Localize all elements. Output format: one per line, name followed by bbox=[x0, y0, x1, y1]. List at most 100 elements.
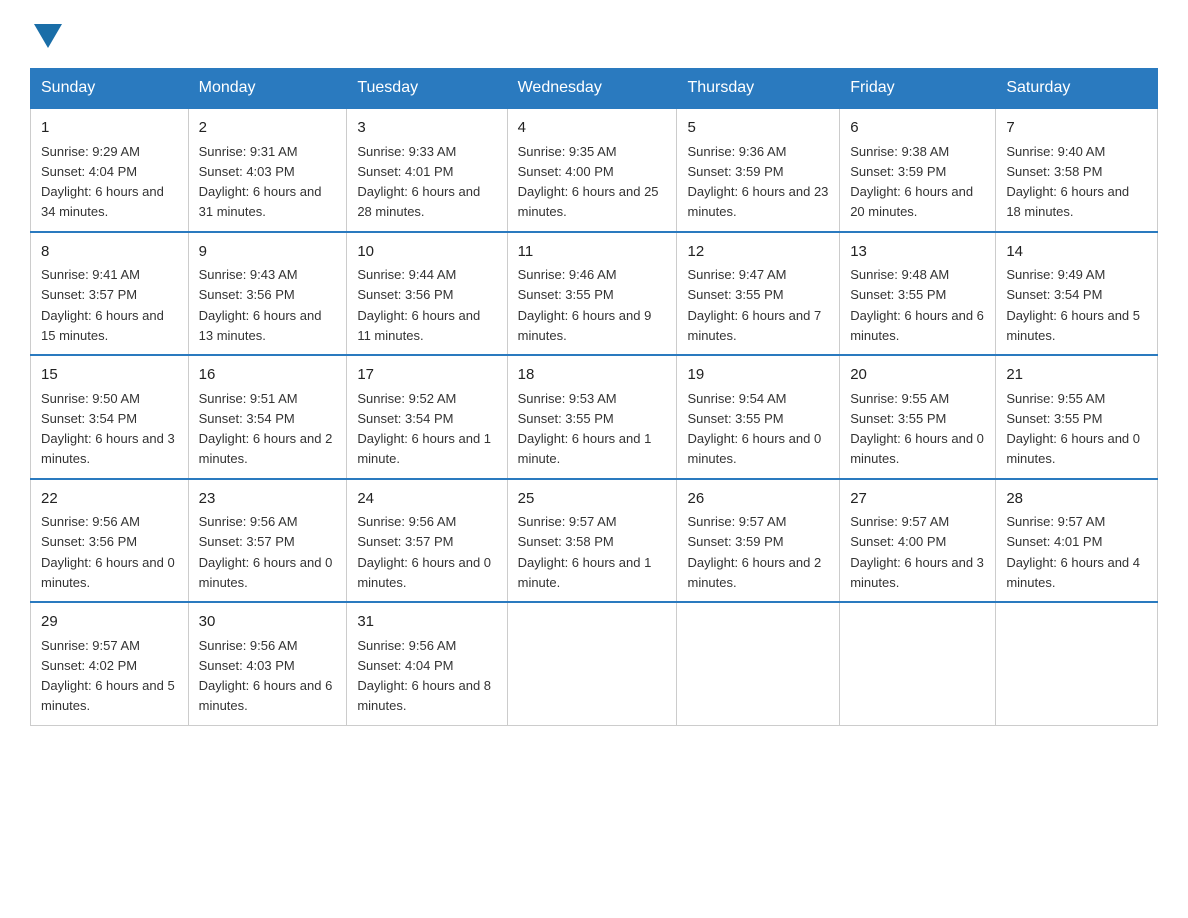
day-number: 5 bbox=[687, 117, 829, 140]
day-info: Sunrise: 9:29 AMSunset: 4:04 PMDaylight:… bbox=[41, 144, 164, 220]
calendar-cell: 9Sunrise: 9:43 AMSunset: 3:56 PMDaylight… bbox=[188, 232, 347, 356]
day-header-monday: Monday bbox=[188, 69, 347, 109]
day-info: Sunrise: 9:47 AMSunset: 3:55 PMDaylight:… bbox=[687, 267, 821, 343]
calendar-cell: 6 Sunrise: 9:38 AMSunset: 3:59 PMDaylight… bbox=[840, 108, 996, 232]
calendar-cell bbox=[840, 602, 996, 725]
day-header-thursday: Thursday bbox=[677, 69, 840, 109]
day-info: Sunrise: 9:51 AMSunset: 3:54 PMDaylight:… bbox=[199, 391, 333, 467]
day-info: Sunrise: 9:35 AMSunset: 4:00 PMDaylight:… bbox=[518, 144, 659, 220]
calendar-cell: 17 Sunrise: 9:52 AMSunset: 3:54 PMDayligh… bbox=[347, 355, 507, 479]
day-info: Sunrise: 9:44 AMSunset: 3:56 PMDaylight:… bbox=[357, 267, 480, 343]
calendar-cell bbox=[996, 602, 1158, 725]
calendar-cell: 22 Sunrise: 9:56 AMSunset: 3:56 PMDayligh… bbox=[31, 479, 189, 603]
day-info: Sunrise: 9:49 AMSunset: 3:54 PMDaylight:… bbox=[1006, 267, 1140, 343]
day-number: 22 bbox=[41, 488, 178, 511]
day-number: 25 bbox=[518, 488, 667, 511]
day-info: Sunrise: 9:43 AMSunset: 3:56 PMDaylight:… bbox=[199, 267, 322, 343]
day-info: Sunrise: 9:57 AMSunset: 4:00 PMDaylight:… bbox=[850, 514, 984, 590]
calendar-cell: 14 Sunrise: 9:49 AMSunset: 3:54 PMDayligh… bbox=[996, 232, 1158, 356]
calendar-cell: 1 Sunrise: 9:29 AMSunset: 4:04 PMDaylight… bbox=[31, 108, 189, 232]
logo bbox=[30, 20, 62, 48]
day-number: 29 bbox=[41, 611, 178, 634]
day-info: Sunrise: 9:36 AMSunset: 3:59 PMDaylight:… bbox=[687, 144, 828, 220]
calendar-cell: 4 Sunrise: 9:35 AMSunset: 4:00 PMDaylight… bbox=[507, 108, 677, 232]
day-number: 28 bbox=[1006, 488, 1147, 511]
day-number: 4 bbox=[518, 117, 667, 140]
day-number: 26 bbox=[687, 488, 829, 511]
calendar-cell: 16 Sunrise: 9:51 AMSunset: 3:54 PMDayligh… bbox=[188, 355, 347, 479]
day-info: Sunrise: 9:33 AMSunset: 4:01 PMDaylight:… bbox=[357, 144, 480, 220]
day-info: Sunrise: 9:56 AMSunset: 3:56 PMDaylight:… bbox=[41, 514, 175, 590]
calendar-cell: 3 Sunrise: 9:33 AMSunset: 4:01 PMDaylight… bbox=[347, 108, 507, 232]
day-number: 1 bbox=[41, 117, 178, 140]
day-number: 23 bbox=[199, 488, 337, 511]
day-number: 30 bbox=[199, 611, 337, 634]
day-number: 10 bbox=[357, 241, 496, 264]
day-info: Sunrise: 9:53 AMSunset: 3:55 PMDaylight:… bbox=[518, 391, 652, 467]
day-number: 14 bbox=[1006, 241, 1147, 264]
calendar-cell: 10 Sunrise: 9:44 AMSunset: 3:56 PMDayligh… bbox=[347, 232, 507, 356]
logo-triangle-icon bbox=[34, 24, 62, 48]
day-info: Sunrise: 9:56 AMSunset: 4:04 PMDaylight:… bbox=[357, 638, 491, 714]
day-number: 6 bbox=[850, 117, 985, 140]
calendar-cell: 27Sunrise: 9:57 AMSunset: 4:00 PMDayligh… bbox=[840, 479, 996, 603]
day-info: Sunrise: 9:46 AMSunset: 3:55 PMDaylight:… bbox=[518, 267, 652, 343]
days-header-row: SundayMondayTuesdayWednesdayThursdayFrid… bbox=[31, 69, 1158, 109]
calendar-cell: 18 Sunrise: 9:53 AMSunset: 3:55 PMDayligh… bbox=[507, 355, 677, 479]
day-number: 17 bbox=[357, 364, 496, 387]
day-info: Sunrise: 9:56 AMSunset: 3:57 PMDaylight:… bbox=[199, 514, 333, 590]
calendar-cell: 28 Sunrise: 9:57 AMSunset: 4:01 PMDayligh… bbox=[996, 479, 1158, 603]
calendar-cell: 24 Sunrise: 9:56 AMSunset: 3:57 PMDayligh… bbox=[347, 479, 507, 603]
day-info: Sunrise: 9:38 AMSunset: 3:59 PMDaylight:… bbox=[850, 144, 973, 220]
day-number: 13 bbox=[850, 241, 985, 264]
calendar-cell: 23 Sunrise: 9:56 AMSunset: 3:57 PMDayligh… bbox=[188, 479, 347, 603]
day-info: Sunrise: 9:41 AMSunset: 3:57 PMDaylight:… bbox=[41, 267, 164, 343]
day-number: 21 bbox=[1006, 364, 1147, 387]
day-info: Sunrise: 9:54 AMSunset: 3:55 PMDaylight:… bbox=[687, 391, 821, 467]
day-number: 15 bbox=[41, 364, 178, 387]
calendar-cell: 8Sunrise: 9:41 AMSunset: 3:57 PMDaylight… bbox=[31, 232, 189, 356]
day-info: Sunrise: 9:56 AMSunset: 3:57 PMDaylight:… bbox=[357, 514, 491, 590]
day-info: Sunrise: 9:40 AMSunset: 3:58 PMDaylight:… bbox=[1006, 144, 1129, 220]
calendar-cell: 13 Sunrise: 9:48 AMSunset: 3:55 PMDayligh… bbox=[840, 232, 996, 356]
calendar-cell: 15Sunrise: 9:50 AMSunset: 3:54 PMDayligh… bbox=[31, 355, 189, 479]
day-number: 24 bbox=[357, 488, 496, 511]
calendar-cell: 12 Sunrise: 9:47 AMSunset: 3:55 PMDayligh… bbox=[677, 232, 840, 356]
day-info: Sunrise: 9:57 AMSunset: 3:59 PMDaylight:… bbox=[687, 514, 821, 590]
week-row-1: 1 Sunrise: 9:29 AMSunset: 4:04 PMDaylight… bbox=[31, 108, 1158, 232]
day-info: Sunrise: 9:55 AMSunset: 3:55 PMDaylight:… bbox=[850, 391, 984, 467]
day-info: Sunrise: 9:56 AMSunset: 4:03 PMDaylight:… bbox=[199, 638, 333, 714]
day-info: Sunrise: 9:48 AMSunset: 3:55 PMDaylight:… bbox=[850, 267, 984, 343]
calendar-cell: 30 Sunrise: 9:56 AMSunset: 4:03 PMDayligh… bbox=[188, 602, 347, 725]
calendar-cell: 21 Sunrise: 9:55 AMSunset: 3:55 PMDayligh… bbox=[996, 355, 1158, 479]
day-info: Sunrise: 9:57 AMSunset: 4:01 PMDaylight:… bbox=[1006, 514, 1140, 590]
calendar-table: SundayMondayTuesdayWednesdayThursdayFrid… bbox=[30, 68, 1158, 726]
day-info: Sunrise: 9:57 AMSunset: 3:58 PMDaylight:… bbox=[518, 514, 652, 590]
day-info: Sunrise: 9:57 AMSunset: 4:02 PMDaylight:… bbox=[41, 638, 175, 714]
calendar-cell: 11 Sunrise: 9:46 AMSunset: 3:55 PMDayligh… bbox=[507, 232, 677, 356]
calendar-cell bbox=[507, 602, 677, 725]
calendar-cell: 2 Sunrise: 9:31 AMSunset: 4:03 PMDaylight… bbox=[188, 108, 347, 232]
day-info: Sunrise: 9:55 AMSunset: 3:55 PMDaylight:… bbox=[1006, 391, 1140, 467]
week-row-2: 8Sunrise: 9:41 AMSunset: 3:57 PMDaylight… bbox=[31, 232, 1158, 356]
day-number: 2 bbox=[199, 117, 337, 140]
week-row-5: 29 Sunrise: 9:57 AMSunset: 4:02 PMDayligh… bbox=[31, 602, 1158, 725]
day-number: 18 bbox=[518, 364, 667, 387]
day-header-wednesday: Wednesday bbox=[507, 69, 677, 109]
day-header-tuesday: Tuesday bbox=[347, 69, 507, 109]
day-header-friday: Friday bbox=[840, 69, 996, 109]
week-row-3: 15Sunrise: 9:50 AMSunset: 3:54 PMDayligh… bbox=[31, 355, 1158, 479]
calendar-cell: 26 Sunrise: 9:57 AMSunset: 3:59 PMDayligh… bbox=[677, 479, 840, 603]
calendar-cell: 19Sunrise: 9:54 AMSunset: 3:55 PMDayligh… bbox=[677, 355, 840, 479]
week-row-4: 22 Sunrise: 9:56 AMSunset: 3:56 PMDayligh… bbox=[31, 479, 1158, 603]
calendar-cell: 7 Sunrise: 9:40 AMSunset: 3:58 PMDaylight… bbox=[996, 108, 1158, 232]
day-number: 20 bbox=[850, 364, 985, 387]
day-number: 16 bbox=[199, 364, 337, 387]
day-number: 11 bbox=[518, 241, 667, 264]
day-info: Sunrise: 9:52 AMSunset: 3:54 PMDaylight:… bbox=[357, 391, 491, 467]
day-number: 3 bbox=[357, 117, 496, 140]
day-header-sunday: Sunday bbox=[31, 69, 189, 109]
day-info: Sunrise: 9:31 AMSunset: 4:03 PMDaylight:… bbox=[199, 144, 322, 220]
day-number: 7 bbox=[1006, 117, 1147, 140]
day-number: 12 bbox=[687, 241, 829, 264]
